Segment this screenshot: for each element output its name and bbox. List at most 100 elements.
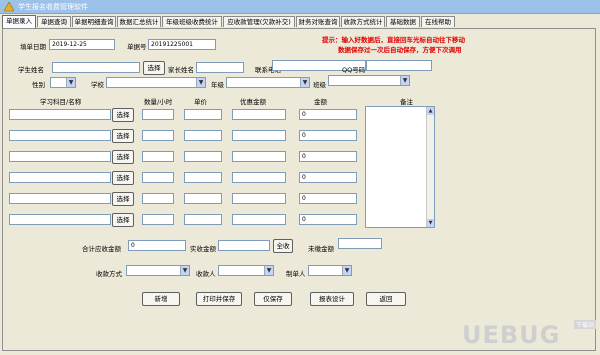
subject-select-button[interactable]: 选择 xyxy=(112,150,134,164)
payee-label: 收款人 xyxy=(196,270,216,278)
student-name-label: 学生姓名 xyxy=(18,66,44,74)
chevron-down-icon: ▼ xyxy=(180,266,189,275)
chevron-down-icon: ▼ xyxy=(300,78,309,87)
column-note: 备注 xyxy=(400,98,413,106)
date-input[interactable]: 2019-12-25 xyxy=(49,39,115,50)
subject-select-button[interactable]: 选择 xyxy=(112,171,134,185)
parent-name-input[interactable] xyxy=(196,62,244,73)
quantity-input[interactable] xyxy=(142,130,174,141)
price-input[interactable] xyxy=(184,193,222,204)
unpaid-input[interactable] xyxy=(338,238,382,249)
chevron-down-icon: ▼ xyxy=(196,78,205,87)
new-button[interactable]: 新增 xyxy=(142,292,180,306)
tab-summary-stats[interactable]: 数据汇总统计 xyxy=(117,16,161,27)
title-bar: 学生报名收费管理软件 xyxy=(0,0,600,14)
tab-entry[interactable]: 单据录入 xyxy=(2,15,36,28)
subject-input[interactable] xyxy=(9,214,111,225)
quantity-input[interactable] xyxy=(142,109,174,120)
print-save-button[interactable]: 打印并保存 xyxy=(196,292,242,306)
payment-method-select[interactable]: ▼ xyxy=(126,265,190,276)
subject-input[interactable] xyxy=(9,172,111,183)
note-textarea[interactable]: ▲ ▼ xyxy=(365,106,435,228)
received-input[interactable] xyxy=(218,240,270,251)
amount-input[interactable]: 0 xyxy=(299,130,357,141)
watermark-logo: UEBUG 下载站 xyxy=(448,318,598,354)
tab-payment-method-stats[interactable]: 收款方式统计 xyxy=(341,16,385,27)
note-scrollbar[interactable]: ▲ ▼ xyxy=(426,107,434,227)
school-select[interactable]: ▼ xyxy=(106,77,206,88)
discount-input[interactable] xyxy=(232,130,286,141)
subject-select-button[interactable]: 选择 xyxy=(112,108,134,122)
price-input[interactable] xyxy=(184,172,222,183)
tab-finance-reconcile[interactable]: 财务对账查询 xyxy=(296,16,340,27)
price-input[interactable] xyxy=(184,109,222,120)
quantity-input[interactable] xyxy=(142,214,174,225)
receive-all-button[interactable]: 全收 xyxy=(273,239,293,253)
chevron-down-icon: ▼ xyxy=(342,266,351,275)
window-title: 学生报名收费管理软件 xyxy=(18,3,88,11)
column-amount: 金额 xyxy=(314,98,327,106)
amount-input[interactable]: 0 xyxy=(299,172,357,183)
tab-base-data[interactable]: 基础数据 xyxy=(386,16,420,27)
qq-input[interactable] xyxy=(366,60,432,71)
subject-select-button[interactable]: 选择 xyxy=(112,192,134,206)
tab-query[interactable]: 单据查询 xyxy=(37,16,71,27)
subject-select-button[interactable]: 选择 xyxy=(112,213,134,227)
main-window: 学生报名收费管理软件 单据录入 单据查询 单据明细查询 数据汇总统计 年级班级收… xyxy=(0,0,600,355)
chevron-down-icon: ▼ xyxy=(66,78,75,87)
student-name-input[interactable] xyxy=(52,62,140,73)
column-price: 单价 xyxy=(194,98,207,106)
amount-input[interactable]: 0 xyxy=(299,109,357,120)
class-select[interactable]: ▼ xyxy=(328,75,410,86)
receipt-input[interactable]: 20191225001 xyxy=(148,39,216,50)
quantity-input[interactable] xyxy=(142,151,174,162)
price-input[interactable] xyxy=(184,151,222,162)
scroll-up-icon[interactable]: ▲ xyxy=(427,107,434,115)
received-label: 实收金额 xyxy=(190,245,216,253)
scroll-down-icon[interactable]: ▼ xyxy=(427,219,434,227)
column-subject: 学习科目/名称 xyxy=(40,98,82,106)
subject-input[interactable] xyxy=(9,130,111,141)
amount-input[interactable]: 0 xyxy=(299,214,357,225)
grade-select[interactable]: ▼ xyxy=(226,77,310,88)
maker-select[interactable]: ▼ xyxy=(308,265,352,276)
grade-label: 年级 xyxy=(211,81,224,89)
amount-input[interactable]: 0 xyxy=(299,193,357,204)
tab-online-help[interactable]: 在线帮助 xyxy=(421,16,455,27)
tab-grade-class-stats[interactable]: 年级班级收费统计 xyxy=(162,16,222,27)
subject-input[interactable] xyxy=(9,193,111,204)
date-label: 填单日期 xyxy=(20,43,46,51)
tab-detail-query[interactable]: 单据明细查询 xyxy=(72,16,116,27)
tab-receivables[interactable]: 应收款管理(欠款补交) xyxy=(223,16,295,27)
discount-input[interactable] xyxy=(232,151,286,162)
unpaid-label: 未缴金额 xyxy=(308,245,334,253)
column-quantity: 数量/小时 xyxy=(144,98,173,106)
price-input[interactable] xyxy=(184,214,222,225)
student-select-button[interactable]: 选择 xyxy=(143,61,165,75)
total-input[interactable]: 0 xyxy=(128,240,186,251)
class-label: 班级 xyxy=(313,81,326,89)
discount-input[interactable] xyxy=(232,109,286,120)
discount-input[interactable] xyxy=(232,193,286,204)
amount-input[interactable]: 0 xyxy=(299,151,357,162)
qq-label: QQ号码 xyxy=(342,66,366,74)
subject-input[interactable] xyxy=(9,151,111,162)
quantity-input[interactable] xyxy=(142,193,174,204)
discount-input[interactable] xyxy=(232,214,286,225)
gender-label: 性别 xyxy=(32,81,45,89)
tip-line-1: 提示：输入好数据后，直接回车光标自动往下移动 xyxy=(322,36,465,44)
watermark-badge: 下载站 xyxy=(573,320,596,329)
payee-select[interactable]: ▼ xyxy=(218,265,274,276)
column-discount: 优惠金额 xyxy=(240,98,266,106)
subject-select-button[interactable]: 选择 xyxy=(112,129,134,143)
quantity-input[interactable] xyxy=(142,172,174,183)
gender-select[interactable]: ▼ xyxy=(50,77,76,88)
price-input[interactable] xyxy=(184,130,222,141)
back-button[interactable]: 返回 xyxy=(366,292,406,306)
discount-input[interactable] xyxy=(232,172,286,183)
subject-input[interactable] xyxy=(9,109,111,120)
report-design-button[interactable]: 报表设计 xyxy=(310,292,354,306)
watermark-text: UEBUG xyxy=(462,321,561,349)
chevron-down-icon: ▼ xyxy=(264,266,273,275)
save-only-button[interactable]: 仅保存 xyxy=(254,292,292,306)
